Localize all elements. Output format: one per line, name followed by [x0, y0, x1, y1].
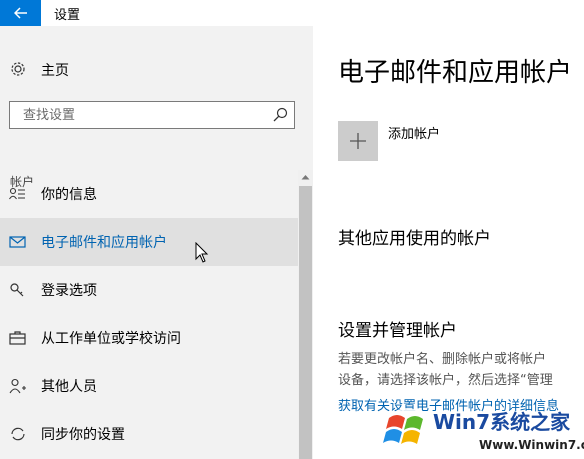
add-account-button[interactable] [338, 121, 378, 161]
mail-icon [9, 236, 26, 248]
key-icon [10, 283, 24, 297]
briefcase-icon [9, 331, 26, 345]
back-button[interactable] [0, 0, 41, 26]
watermark-title: Win7系统之家 [433, 410, 571, 434]
windows-logo-icon [383, 408, 429, 452]
sidebar-item-label: 电子邮件和应用帐户 [41, 235, 167, 251]
title-bar: 设置 [0, 0, 584, 26]
sidebar-item-label: 其他人员 [41, 379, 97, 395]
sync-icon [11, 427, 25, 441]
sidebar-scrollbar[interactable] [298, 170, 313, 459]
scroll-thumb[interactable] [299, 186, 312, 459]
gear-icon [11, 62, 25, 76]
sidebar-item-your-info[interactable]: 你的信息 [0, 170, 298, 218]
sidebar-nav: 你的信息 电子邮件和应用帐户 登录选项 从工作单位或学校访问 其他人员 同步你的… [0, 170, 298, 458]
sidebar-item-sign-in-options[interactable]: 登录选项 [0, 266, 298, 314]
sidebar-item-email-accounts[interactable]: 电子邮件和应用帐户 [0, 218, 298, 266]
search-box[interactable] [9, 101, 295, 129]
manage-description-line1: 若要更改帐户名、删除帐户或将帐户 [338, 352, 547, 367]
person-info-icon [9, 187, 25, 200]
search-icon[interactable] [272, 107, 288, 123]
manage-heading: 设置并管理帐户 [338, 321, 457, 341]
other-apps-heading: 其他应用使用的帐户 [338, 229, 491, 249]
chevron-up-icon [301, 175, 310, 180]
sidebar-item-label: 你的信息 [41, 187, 97, 203]
scroll-up-button[interactable] [298, 170, 313, 184]
mouse-cursor-icon [195, 242, 209, 263]
main-content: 电子邮件和应用帐户 添加帐户 其他应用使用的帐户 设置并管理帐户 若要更改帐户名… [313, 26, 584, 459]
sidebar-item-other-people[interactable]: 其他人员 [0, 362, 298, 410]
manage-description-line2: 设备，请选择该帐户，然后选择“管理 [338, 373, 553, 388]
back-arrow-icon [13, 7, 27, 19]
search-input[interactable] [10, 102, 273, 128]
home-label: 主页 [41, 63, 69, 79]
sidebar-item-label: 同步你的设置 [41, 427, 125, 443]
window-title: 设置 [54, 8, 81, 23]
watermark: Win7系统之家 Www.Winwin7.com [383, 404, 584, 459]
page-title: 电子邮件和应用帐户 [338, 58, 573, 88]
plus-icon [350, 133, 366, 149]
sidebar-item-home[interactable]: 主页 [0, 54, 313, 86]
add-person-icon [9, 378, 26, 394]
watermark-url: Www.Winwin7.com [479, 438, 584, 452]
sidebar-item-work-school[interactable]: 从工作单位或学校访问 [0, 314, 298, 362]
sidebar-item-label: 登录选项 [41, 283, 97, 299]
add-account-label[interactable]: 添加帐户 [388, 123, 440, 142]
sidebar-item-label: 从工作单位或学校访问 [41, 331, 181, 347]
sidebar-item-sync-settings[interactable]: 同步你的设置 [0, 410, 298, 458]
